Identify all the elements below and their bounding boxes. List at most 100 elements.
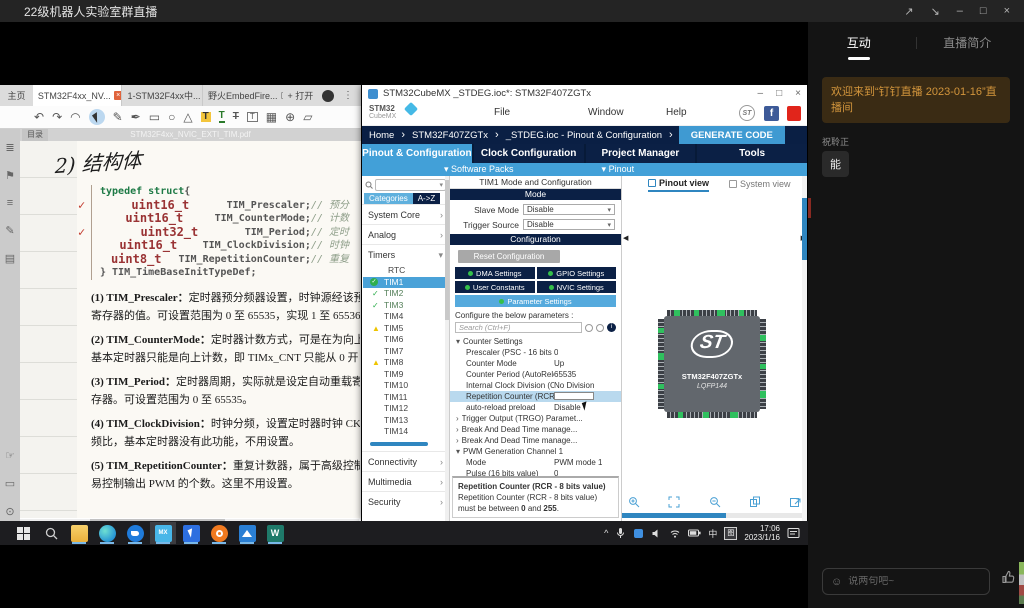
tab-categories[interactable]: Categories bbox=[364, 193, 413, 204]
ellipse-tool-icon[interactable]: ○ bbox=[168, 111, 175, 123]
eraser-icon[interactable]: ▱ bbox=[303, 111, 312, 123]
sidebar-item-tim7[interactable]: TIM7 bbox=[362, 346, 449, 358]
sidebar-item-system-core[interactable]: System Core› bbox=[362, 204, 449, 224]
tab-pinout-view[interactable]: Pinout view bbox=[648, 176, 709, 192]
tab-interaction[interactable]: 互动 bbox=[808, 34, 910, 51]
tree-row[interactable]: ModePWM mode 1 bbox=[450, 457, 621, 468]
text-box-icon[interactable]: T bbox=[247, 112, 258, 122]
sidebar-item-connectivity[interactable]: Connectivity› bbox=[362, 451, 449, 471]
wifi-icon[interactable] bbox=[669, 528, 681, 539]
attachment-icon[interactable]: ▤ bbox=[5, 252, 15, 265]
sidebar-item-timers[interactable]: Timers▾ bbox=[362, 244, 449, 265]
sidebar-item-tim2[interactable]: ✓TIM2 bbox=[362, 288, 449, 300]
tree-group[interactable]: ▾Counter Settings bbox=[450, 336, 621, 347]
tab-clock-configuration[interactable]: Clock Configuration bbox=[474, 144, 584, 163]
tree-row-selected[interactable]: Repetition Counter (RCR - ... bbox=[450, 391, 621, 402]
export-view-icon[interactable] bbox=[789, 496, 801, 508]
expand-all-icon[interactable] bbox=[596, 324, 604, 332]
menu-file[interactable]: File bbox=[494, 107, 510, 118]
sidebar-scrollbar[interactable] bbox=[445, 176, 449, 521]
tray-expand-icon[interactable]: ^ bbox=[604, 528, 608, 538]
sidebar-item-tim9[interactable]: TIM9 bbox=[362, 369, 449, 381]
gpio-settings-button[interactable]: GPIO Settings bbox=[537, 267, 617, 279]
close-icon[interactable]: × bbox=[1004, 5, 1010, 18]
taskbar-file-explorer[interactable] bbox=[66, 522, 92, 544]
speaker-icon[interactable] bbox=[651, 528, 662, 539]
taskbar-annotation-app[interactable] bbox=[178, 522, 204, 544]
breadcrumb-home[interactable]: Home bbox=[362, 130, 401, 141]
snapshot-icon[interactable]: ▭ bbox=[5, 477, 15, 490]
ime-icon[interactable]: 图 bbox=[724, 527, 737, 540]
sidebar-item-tim13[interactable]: TIM13 bbox=[362, 415, 449, 427]
pdf-tab-home[interactable]: 主页 bbox=[0, 85, 33, 106]
minimize-icon[interactable]: – bbox=[758, 88, 764, 99]
rectangle-tool-icon[interactable]: ▭ bbox=[149, 111, 160, 123]
user-constants-button[interactable]: User Constants bbox=[455, 281, 535, 293]
scrollbar-thumb[interactable] bbox=[622, 513, 726, 518]
tab-close-icon[interactable]: × bbox=[114, 91, 122, 100]
breadcrumb-mcu[interactable]: STM32F407ZGTx bbox=[405, 130, 495, 141]
bluetooth-app-icon[interactable] bbox=[633, 528, 644, 539]
outline-icon[interactable]: ≡ bbox=[7, 197, 13, 209]
sidebar-item-tim11[interactable]: TIM11 bbox=[362, 392, 449, 404]
tree-row[interactable]: auto-reload preloadDisable bbox=[450, 402, 621, 413]
best-fit-icon[interactable] bbox=[668, 496, 680, 508]
tree-group[interactable]: ›Trigger Output (TRGO) Paramet... bbox=[450, 413, 621, 424]
pdf-tab-3[interactable]: 野火EmbedFire... bbox=[202, 85, 283, 106]
lasso-icon[interactable]: ◠ bbox=[70, 111, 80, 123]
like-button[interactable] bbox=[1001, 569, 1017, 590]
parameter-search-input[interactable]: Search (Ctrl+F) bbox=[455, 322, 582, 333]
sidebar-item-security[interactable]: Security› bbox=[362, 491, 449, 511]
popout-icon[interactable]: ↗ bbox=[904, 5, 913, 18]
stream-titlebar[interactable]: 22级机器人实验室群直播 ↗ ↘ – □ × bbox=[0, 0, 1024, 22]
tab-project-manager[interactable]: Project Manager bbox=[586, 144, 696, 163]
ime-mode-label[interactable]: 中 bbox=[708, 527, 717, 540]
pdf-thumbnail-pane[interactable] bbox=[20, 141, 77, 518]
battery-icon[interactable] bbox=[688, 528, 701, 538]
window-scrollbar[interactable] bbox=[802, 176, 807, 521]
slave-mode-select[interactable]: Disable▾ bbox=[523, 204, 615, 215]
generate-code-button[interactable]: GENERATE CODE bbox=[679, 126, 785, 144]
breadcrumb-ioc[interactable]: _STDEG.ioc - Pinout & Configuration bbox=[499, 130, 669, 141]
parameter-settings-button[interactable]: Parameter Settings bbox=[455, 295, 616, 307]
pdf-tab-open[interactable]: + 打开 bbox=[283, 85, 322, 106]
chat-input-box[interactable]: ☺ bbox=[822, 568, 990, 595]
menu-help[interactable]: Help bbox=[666, 107, 687, 118]
pdf-tab-active[interactable]: STM32F4xx_NV... × bbox=[33, 85, 122, 106]
pen-icon[interactable]: ✒ bbox=[131, 111, 141, 123]
cubemx-titlebar[interactable]: STM32CubeMX _STDEG.ioc*: STM32F407ZGTx –… bbox=[362, 85, 807, 102]
bookmark-icon[interactable]: ⚑ bbox=[5, 169, 15, 182]
pinout-horizontal-scrollbar[interactable] bbox=[622, 513, 807, 518]
collapse-left-icon[interactable]: ◀ bbox=[623, 234, 628, 242]
redo-icon[interactable]: ↷ bbox=[52, 111, 62, 123]
copy-view-icon[interactable] bbox=[749, 496, 761, 508]
sidebar-mini-scrollbar[interactable] bbox=[370, 442, 428, 446]
text-strikethrough-icon[interactable]: T bbox=[233, 112, 239, 122]
tree-row[interactable]: Counter ModeUp bbox=[450, 358, 621, 369]
taskbar-dingtalk[interactable] bbox=[122, 522, 148, 544]
start-button[interactable] bbox=[10, 522, 36, 544]
info-icon[interactable]: i bbox=[607, 323, 616, 332]
toc-panel-icon[interactable]: ≣ bbox=[5, 141, 14, 154]
undo-icon[interactable]: ↶ bbox=[34, 111, 44, 123]
sidebar-item-tim14[interactable]: TIM14 bbox=[362, 426, 449, 438]
software-packs-dropdown[interactable]: ▾ Software Packs bbox=[444, 164, 514, 175]
text-highlight-icon[interactable]: T bbox=[201, 112, 211, 122]
sidebar-item-tim3[interactable]: ✓TIM3 bbox=[362, 300, 449, 312]
st-logo-icon[interactable]: ST bbox=[739, 105, 755, 121]
account-icon[interactable] bbox=[322, 90, 334, 102]
polygon-tool-icon[interactable]: △ bbox=[183, 111, 192, 123]
facebook-icon[interactable]: f bbox=[764, 106, 779, 121]
web-link-icon[interactable]: ⊕ bbox=[285, 111, 295, 123]
chat-message-input[interactable] bbox=[848, 576, 981, 587]
dma-settings-button[interactable]: DMA Settings bbox=[455, 267, 535, 279]
sidebar-item-tim5[interactable]: ▲TIM5 bbox=[362, 323, 449, 335]
collapse-all-icon[interactable] bbox=[585, 324, 593, 332]
zoom-out-icon[interactable] bbox=[709, 496, 721, 508]
sidebar-item-multimedia[interactable]: Multimedia› bbox=[362, 471, 449, 491]
sidebar-item-tim1[interactable]: ✓TIM1 bbox=[363, 277, 446, 289]
mcu-chip[interactable]: ST STM32F407ZGTx LQFP144 bbox=[664, 316, 760, 412]
microphone-icon[interactable] bbox=[615, 527, 626, 539]
hand-tool-icon[interactable]: ☞ bbox=[5, 449, 15, 462]
tree-row[interactable]: Prescaler (PSC - 16 bits va...0 bbox=[450, 347, 621, 358]
